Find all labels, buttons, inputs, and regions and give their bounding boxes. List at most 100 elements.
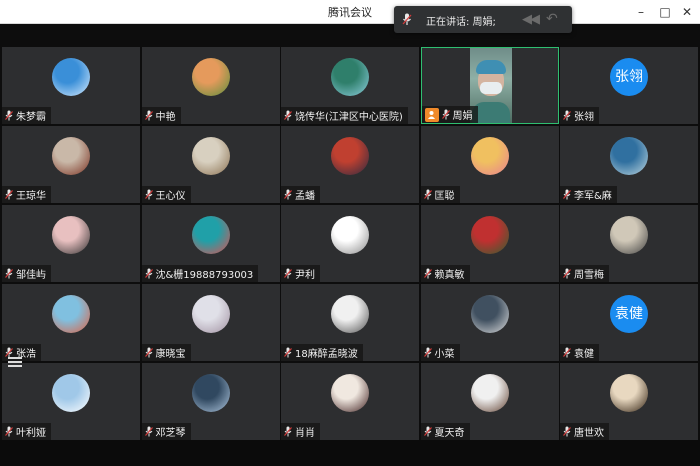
mic-muted-icon [284, 426, 292, 437]
participant-tile[interactable]: 朱梦霸 [2, 47, 140, 124]
mic-muted-icon [144, 347, 153, 358]
avatar [191, 295, 230, 333]
participant-name: 邓芝琴 [155, 428, 186, 439]
participant-name: 康晓宝 [155, 349, 186, 360]
participant-tile[interactable]: 肖肖 [281, 363, 419, 440]
name-tag: 朱梦霸 [2, 107, 51, 124]
minimize-icon[interactable]: – [632, 3, 650, 21]
participant-name: 赖真敏 [434, 270, 465, 281]
participant-name: 肖肖 [295, 428, 315, 439]
avatar [610, 374, 648, 412]
speaking-label: 正在讲话: 周娟; [426, 17, 496, 28]
participant-name: 叶利娅 [16, 428, 46, 439]
name-tag: 肖肖 [281, 423, 320, 440]
avatar [470, 137, 509, 175]
avatar [52, 374, 90, 412]
mic-muted-icon [441, 109, 450, 120]
participant-tile[interactable]: 张浩 [2, 284, 140, 361]
name-tag: 李军&麻 [560, 186, 617, 203]
participant-tile[interactable]: 中艳 [141, 47, 280, 124]
avatar [470, 295, 509, 333]
avatar [52, 58, 90, 96]
name-tag: 张翎 [560, 107, 599, 124]
avatar [191, 137, 230, 175]
participant-name: 饶传华(江津区中心医院) [295, 112, 403, 123]
participant-name: 周娟 [452, 111, 473, 122]
mic-muted-icon [563, 347, 571, 358]
participant-grid: 朱梦霸 中艳 饶传华(江津区中心医院) 周娟 张翎 张翎王琼华 王心仪 孟蟠匡聪 李军&麻邹佳屿… [2, 47, 698, 440]
mic-muted-icon [284, 189, 292, 200]
mic-muted-icon [5, 268, 13, 279]
avatar [52, 295, 90, 333]
participant-tile[interactable]: 邹佳屿 [2, 205, 140, 282]
participant-tile[interactable]: 赖真敏 [420, 205, 559, 282]
mic-muted-icon [284, 268, 292, 279]
mic-muted-icon [5, 110, 13, 121]
name-tag: 小菜 [420, 344, 460, 361]
participant-tile[interactable]: 康晓宝 [141, 284, 280, 361]
avatar [331, 58, 369, 96]
name-tag: 康晓宝 [141, 344, 191, 361]
mic-muted-icon [5, 189, 13, 200]
participant-name: 李军&麻 [574, 191, 612, 202]
volume-icon: ◀◀ [522, 12, 540, 27]
name-tag: 周娟 [421, 106, 478, 123]
name-tag: 邹佳屿 [2, 265, 51, 282]
participant-tile[interactable]: 小菜 [420, 284, 559, 361]
name-tag: 邓芝琴 [141, 423, 191, 440]
mic-muted-icon [423, 268, 432, 279]
name-tag: 饶传华(江津区中心医院) [281, 107, 408, 124]
participant-tile[interactable]: 周娟 [420, 47, 559, 124]
avatar [331, 295, 369, 333]
maximize-icon[interactable]: □ [656, 3, 674, 21]
bottom-bar [0, 440, 700, 466]
participant-tile[interactable]: 唐世欢 [560, 363, 698, 440]
participant-tile[interactable]: 张翎 张翎 [560, 47, 698, 124]
participant-tile[interactable]: 饶传华(江津区中心医院) [281, 47, 419, 124]
participant-name: 袁健 [574, 349, 594, 360]
mic-muted-icon [144, 189, 153, 200]
mic-icon [402, 13, 412, 25]
participant-name: 小菜 [434, 349, 455, 360]
participant-name: 尹利 [295, 270, 315, 281]
participant-tile[interactable]: 沈&栅19888793003 [141, 205, 280, 282]
participant-tile[interactable]: 袁健 袁健 [560, 284, 698, 361]
participant-name: 匡聪 [434, 191, 455, 202]
participant-tile[interactable]: 尹利 [281, 205, 419, 282]
participant-tile[interactable]: 匡聪 [420, 126, 559, 203]
participant-name: 张翎 [574, 112, 594, 123]
meeting-window: 腾讯会议 – □ ✕ 正在讲话: 周娟; ◀◀ ↶ 朱梦霸 中艳 饶传华(江津区中心… [0, 0, 700, 466]
participant-tile[interactable]: 王琼华 [2, 126, 140, 203]
mic-muted-icon [563, 426, 571, 437]
name-tag: 18麻醉孟晓波 [281, 344, 363, 361]
avatar [191, 374, 230, 412]
mic-muted-icon [284, 347, 292, 358]
participant-tile[interactable]: 夏天奇 [420, 363, 559, 440]
window-title: 腾讯会议 [328, 6, 372, 19]
camera-icon [424, 107, 439, 122]
participant-tile[interactable]: 王心仪 [141, 126, 280, 203]
name-tag: 匡聪 [420, 186, 460, 203]
participant-tile[interactable]: 孟蟠 [281, 126, 419, 203]
mic-muted-icon [144, 426, 153, 437]
participant-name: 周雪梅 [574, 270, 604, 281]
participant-name: 唐世欢 [574, 428, 604, 439]
participant-tile[interactable]: 周雪梅 [560, 205, 698, 282]
participant-tile[interactable]: 邓芝琴 [141, 363, 280, 440]
participant-tile[interactable]: 叶利娅 [2, 363, 140, 440]
name-tag: 叶利娅 [2, 423, 51, 440]
name-tag: 唐世欢 [560, 423, 609, 440]
participant-tile[interactable]: 李军&麻 [560, 126, 698, 203]
close-icon[interactable]: ✕ [678, 3, 696, 21]
mic-muted-icon [144, 268, 153, 279]
participant-tile[interactable]: 18麻醉孟晓波 [281, 284, 419, 361]
mic-muted-icon [563, 110, 571, 121]
avatar [52, 216, 90, 254]
mic-muted-icon [5, 426, 13, 437]
mic-muted-icon [423, 189, 432, 200]
name-tag: 中艳 [141, 107, 181, 124]
participant-name: 邹佳屿 [16, 270, 46, 281]
avatar [52, 137, 90, 175]
list-menu-icon[interactable] [8, 355, 22, 369]
name-tag: 沈&栅19888793003 [141, 265, 259, 282]
